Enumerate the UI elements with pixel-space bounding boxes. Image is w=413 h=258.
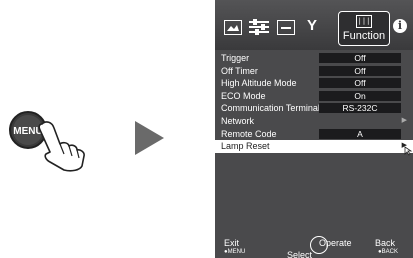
- menu-item-label: Lamp Reset: [221, 141, 270, 152]
- menu-item-value: Off: [319, 78, 401, 89]
- menu-item-value: Off: [319, 65, 401, 76]
- menu-item-eco-mode[interactable]: ECO Mode On: [215, 90, 413, 103]
- osd-tab-bar: Y ||| Function i: [215, 0, 413, 50]
- menu-item-label: ECO Mode: [221, 90, 266, 101]
- tab-function-label: Function: [342, 30, 386, 42]
- tab-function[interactable]: ||| Function: [338, 11, 390, 46]
- menu-button-illustration: MENU: [2, 102, 92, 172]
- menu-item-off-timer[interactable]: Off Timer Off: [215, 65, 413, 78]
- picture-tab-icon[interactable]: [224, 20, 242, 35]
- menu-item-value: RS-232C: [319, 103, 401, 114]
- pointer-cursor-icon: [404, 146, 413, 160]
- menu-item-communication-terminal[interactable]: Communication Terminal RS-232C: [215, 102, 413, 115]
- menu-item-label: Communication Terminal: [221, 103, 320, 114]
- menu-item-label: High Altitude Mode: [221, 78, 297, 89]
- install-tab-icon[interactable]: Y: [307, 17, 317, 34]
- menu-item-remote-code[interactable]: Remote Code A: [215, 128, 413, 141]
- menu-item-trigger[interactable]: Trigger Off: [215, 52, 413, 65]
- osd-footer: Exit ●MENU Select Operate Back ●BACK: [215, 228, 413, 258]
- menu-item-label: Remote Code: [221, 128, 277, 139]
- menu-item-lamp-reset[interactable]: Lamp Reset ▶: [215, 140, 413, 156]
- menu-item-label: Network: [221, 115, 255, 126]
- menu-item-value: On: [319, 90, 401, 101]
- back-key-hint: ●BACK: [378, 249, 398, 255]
- menu-button-label: MENU: [13, 126, 42, 137]
- next-step-arrow-icon: [135, 121, 164, 155]
- menu-item-value: A: [319, 128, 401, 139]
- exit-hint: Exit: [224, 238, 240, 248]
- adjust-tab-icon[interactable]: [249, 19, 269, 35]
- hand-press-icon: MENU: [9, 111, 85, 172]
- info-tab-icon[interactable]: i: [393, 19, 407, 33]
- menu-item-high-altitude-mode[interactable]: High Altitude Mode Off: [215, 77, 413, 90]
- menu-item-network[interactable]: Network ▶: [215, 115, 413, 128]
- menu-item-label: Off Timer: [221, 65, 258, 76]
- exit-key-hint: ●MENU: [224, 249, 246, 255]
- menu-item-label: Trigger: [221, 53, 250, 63]
- function-menu-list: Trigger Off Off Timer Off High Altitude …: [215, 52, 413, 156]
- display-tab-icon[interactable]: [277, 20, 295, 35]
- operate-hint: Operate: [319, 238, 352, 248]
- osd-menu-panel: Y ||| Function i Trigger Off Off Timer O…: [215, 0, 413, 258]
- select-hint: Select: [287, 250, 313, 258]
- menu-item-value: Off: [319, 53, 401, 63]
- submenu-arrow-icon: ▶: [401, 116, 407, 124]
- back-hint: Back: [375, 238, 396, 248]
- function-icon: |||: [356, 15, 372, 28]
